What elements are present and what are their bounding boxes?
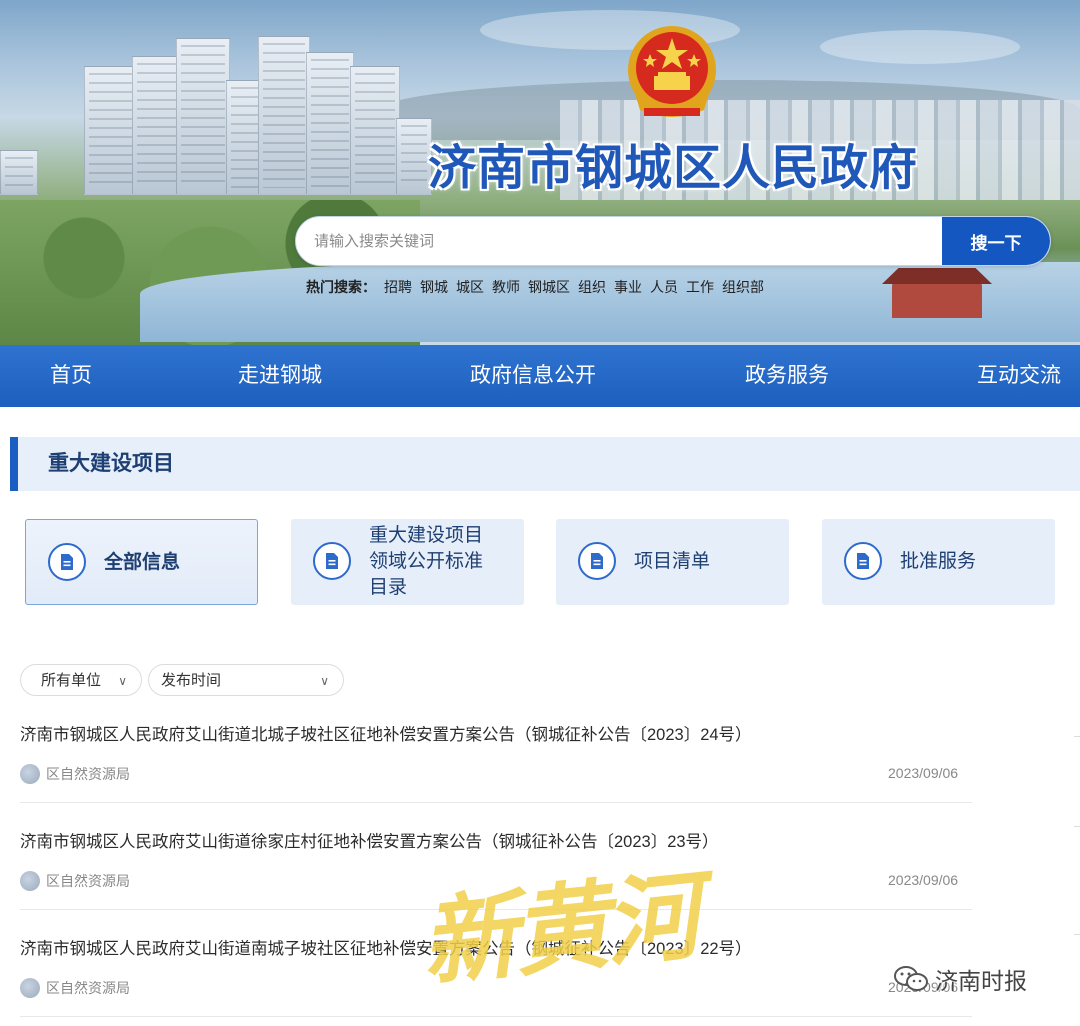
divider [20,802,972,803]
building [132,56,182,195]
list-item-date: 2023/09/06 [888,765,959,781]
document-icon [48,543,86,581]
department-icon [20,978,40,998]
list-item-org: 区自然资源局 [46,980,130,996]
category-label: 重大建设项目领域公开标准目录 [369,525,484,598]
hot-keyword[interactable]: 钢城区 [528,277,570,297]
hot-keyword[interactable]: 工作 [686,277,714,297]
building [84,66,138,195]
hot-keyword[interactable]: 城区 [456,277,484,297]
site-title: 济南市钢城区人民政府 [428,140,919,196]
chevron-down-icon: ∨ [320,674,329,688]
section-title: 重大建设项目 [48,452,174,475]
hot-keyword[interactable]: 组织部 [722,277,764,297]
edge-line [1074,826,1080,827]
list-item-org: 区自然资源局 [46,766,130,782]
department-icon [20,764,40,784]
hot-keyword[interactable]: 招聘 [384,277,412,297]
building [350,66,400,195]
nav-gov-info[interactable]: 政府信息公开 [470,345,596,407]
search-input[interactable] [296,217,972,265]
list-item-date: 2023/09/06 [888,872,959,888]
hot-keyword[interactable]: 钢城 [420,277,448,297]
unit-filter-value: 所有单位 [41,672,102,689]
list-item-meta: 区自然资源局 [20,871,130,891]
search-button[interactable]: 搜一下 [942,217,1050,265]
document-icon [844,542,882,580]
header-banner: 济南市钢城区人民政府 搜一下 热门搜索： 招聘 钢城 城区 教师 钢城区 组织 … [0,0,1080,345]
hot-search-label: 热门搜索： [306,279,376,295]
nav-interaction[interactable]: 互动交流 [977,345,1061,407]
category-label: 批准服务 [900,551,977,572]
hot-keyword[interactable]: 教师 [492,277,520,297]
edge-line [1074,736,1080,737]
hot-keyword[interactable]: 事业 [614,277,642,297]
edge-line [1074,934,1080,935]
list-item-meta: 区自然资源局 [20,978,130,998]
category-label: 全部信息 [104,552,181,573]
section-header: 重大建设项目 [10,437,1080,491]
category-project-list[interactable]: 项目清单 [556,519,789,605]
divider [20,1016,972,1017]
watermark-xinhuanghe: 新黄河 [415,858,702,1001]
section-accent [10,437,18,491]
wechat-icon [894,966,928,991]
category-standard-catalog[interactable]: 重大建设项目领域公开标准目录 [291,519,524,605]
category-label: 项目清单 [634,551,711,572]
time-filter-dropdown[interactable]: 发布时间 ∨ [148,664,344,696]
time-filter-value: 发布时间 [161,672,222,689]
category-approval-service[interactable]: 批准服务 [822,519,1055,605]
unit-filter-dropdown[interactable]: 所有单位 ∨ [20,664,142,696]
nav-about-gangcheng[interactable]: 走进钢城 [238,345,322,407]
nav-gov-service[interactable]: 政务服务 [745,345,829,407]
department-icon [20,871,40,891]
category-all-info[interactable]: 全部信息 [25,519,258,605]
building [306,52,354,195]
chevron-down-icon: ∨ [118,674,127,688]
list-item-title[interactable]: 济南市钢城区人民政府艾山街道北城子坡社区征地补偿安置方案公告（钢城征补公告〔20… [20,721,752,745]
hot-keyword[interactable]: 人员 [650,277,678,297]
watermark-text: 济南时报 [935,968,1027,994]
search-bar: 搜一下 [295,216,1051,266]
watermark-jinan-times: 济南时报 [893,962,1027,996]
document-icon [578,542,616,580]
building [396,118,432,195]
hot-keyword[interactable]: 组织 [578,277,606,297]
national-emblem-icon [628,26,716,117]
nav-home[interactable]: 首页 [50,345,92,407]
list-item-meta: 区自然资源局 [20,764,130,784]
building [258,36,310,195]
list-item-org: 区自然资源局 [46,873,130,889]
document-icon [313,542,351,580]
building [0,150,38,195]
hot-search: 热门搜索： 招聘 钢城 城区 教师 钢城区 组织 事业 人员 工作 组织部 [306,277,764,297]
main-nav: 首页 走进钢城 政府信息公开 政务服务 互动交流 [0,345,1080,407]
cloud [820,30,1020,64]
building [176,38,230,195]
pavilion [892,282,982,318]
